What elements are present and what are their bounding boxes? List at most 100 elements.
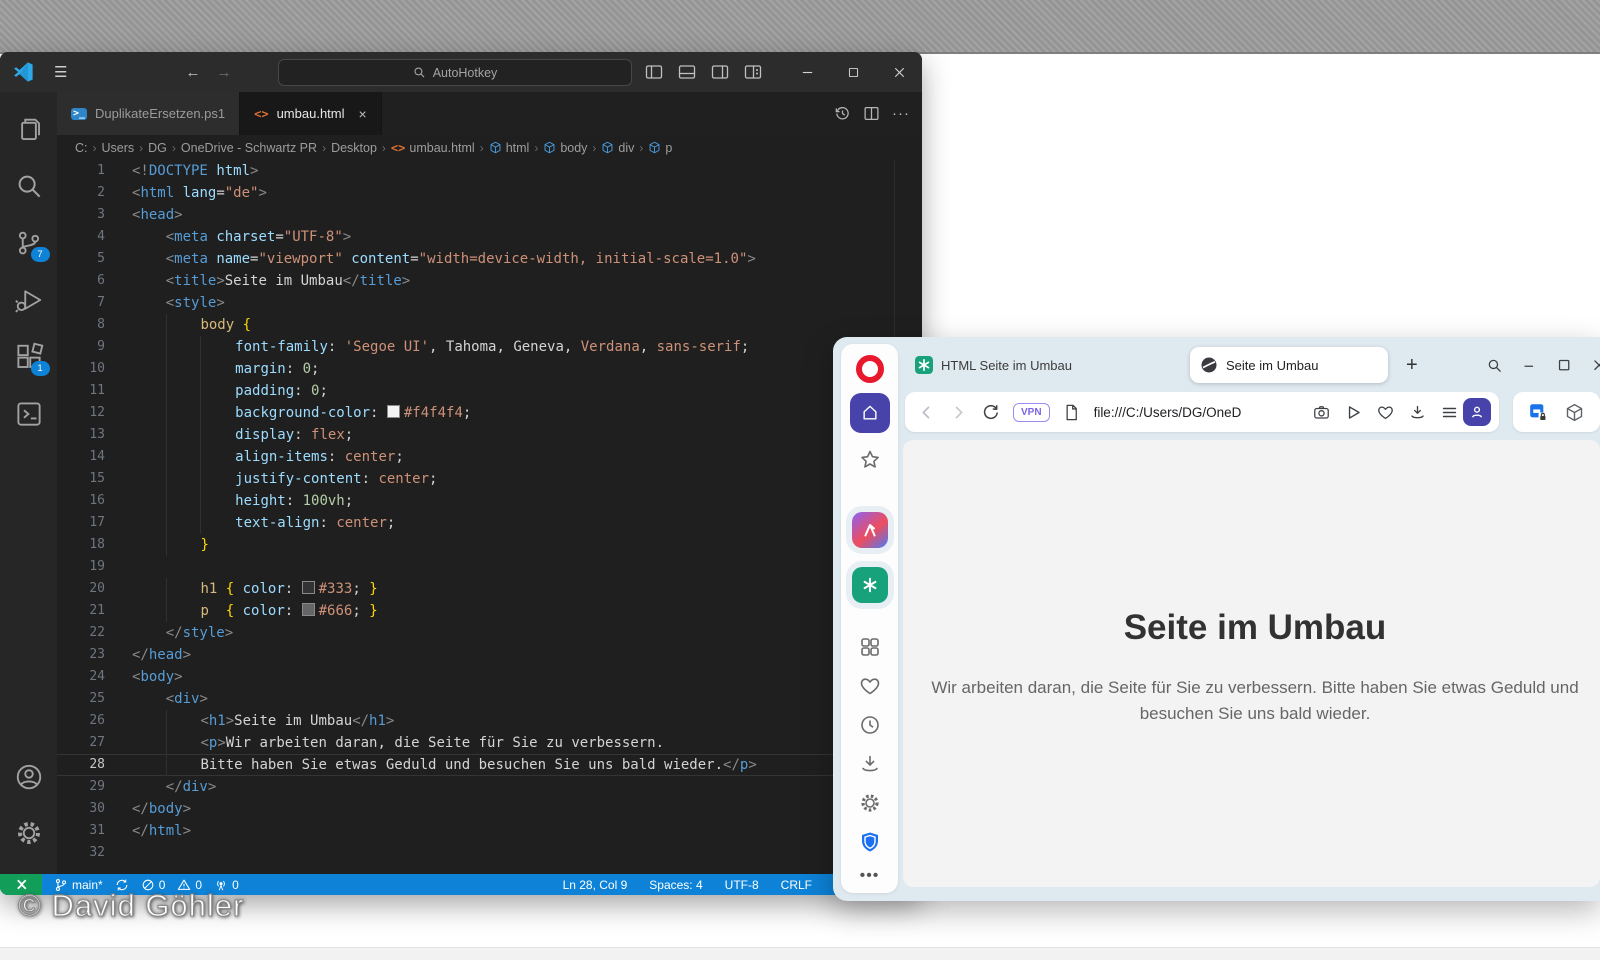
code-line[interactable]: 12 background-color: #f4f4f4; [57, 402, 922, 424]
code-line[interactable]: 15 justify-content: center; [57, 468, 922, 490]
status-right-item[interactable]: Ln 28, Col 9 [563, 878, 628, 892]
camera-icon[interactable] [1312, 403, 1331, 422]
search-magnifier-icon[interactable] [1486, 357, 1503, 374]
history-icon[interactable] [834, 105, 851, 122]
code-line[interactable]: 19 [57, 556, 922, 578]
code-line[interactable]: 18 } [57, 534, 922, 556]
shield-icon[interactable] [858, 830, 882, 854]
sidebar-more-icon[interactable]: ••• [860, 867, 880, 885]
opera-logo-icon[interactable] [856, 355, 884, 383]
breadcrumb-item[interactable]: <>umbau.html [391, 141, 475, 155]
document-icon[interactable] [1062, 403, 1081, 422]
address-bar[interactable]: VPN file:///C:/Users/DG/OneD [905, 392, 1499, 432]
breadcrumb-item[interactable]: Users [102, 141, 135, 155]
win-maximize-icon[interactable] [830, 52, 876, 92]
code-line[interactable]: 13 display: flex; [57, 424, 922, 446]
breadcrumb-item[interactable]: OneDrive - Schwartz PR [181, 141, 317, 155]
op-minimize-icon[interactable] [1521, 357, 1538, 374]
navigate-forward-icon[interactable]: → [216, 64, 231, 81]
chatgpt-icon[interactable] [852, 567, 888, 603]
menu-hamburger-icon[interactable]: ☰ [54, 63, 67, 81]
profile-button[interactable] [1463, 398, 1491, 426]
breadcrumb-item[interactable]: body [543, 141, 587, 155]
aria-icon[interactable] [852, 512, 888, 548]
code-line[interactable]: 2<html lang="de"> [57, 182, 922, 204]
op-maximize-icon[interactable] [1556, 357, 1573, 374]
code-line[interactable]: 25 <div> [57, 688, 922, 710]
breadcrumb-item[interactable]: Desktop [331, 141, 377, 155]
files-icon[interactable] [14, 114, 44, 144]
breadcrumb-item[interactable]: div [601, 141, 634, 155]
code-line[interactable]: 7 <style> [57, 292, 922, 314]
code-line[interactable]: 21 p { color: #666; } [57, 600, 922, 622]
code-line[interactable]: 16 height: 100vh; [57, 490, 922, 512]
star-icon[interactable] [858, 448, 882, 472]
extensions-icon[interactable]: 1 [14, 342, 44, 372]
code-line[interactable]: 8 body { [57, 314, 922, 336]
back-arrow-icon[interactable] [917, 403, 936, 422]
code-line[interactable]: 17 text-align: center; [57, 512, 922, 534]
status-right-item[interactable]: Spaces: 4 [649, 878, 702, 892]
debug-icon[interactable] [14, 285, 44, 315]
new-tab-button[interactable]: + [1406, 354, 1418, 377]
code-line[interactable]: 26 <h1>Seite im Umbau</h1> [57, 710, 922, 732]
editor-tab[interactable]: >_DuplikateErsetzen.ps1 [57, 92, 240, 135]
code-line[interactable]: 3<head> [57, 204, 922, 226]
win-minimize-icon[interactable] [784, 52, 830, 92]
heart-small-icon[interactable] [1376, 403, 1395, 422]
clock-icon[interactable] [858, 713, 882, 737]
status-right-item[interactable]: UTF-8 [725, 878, 759, 892]
editor-tab[interactable]: <>umbau.html× [240, 92, 382, 135]
vpn-badge[interactable]: VPN [1013, 403, 1050, 422]
breadcrumb-item[interactable]: DG [148, 141, 167, 155]
download-icon[interactable] [858, 752, 882, 776]
tab-close-icon[interactable]: × [359, 106, 367, 122]
code-line[interactable]: 23</head> [57, 644, 922, 666]
source-control-icon[interactable]: 7 [14, 228, 44, 258]
command-center-search[interactable]: AutoHotkey [278, 59, 632, 86]
code-line[interactable]: 14 align-items: center; [57, 446, 922, 468]
terminal-icon[interactable] [14, 399, 44, 429]
more-actions-icon[interactable]: ··· [892, 105, 910, 122]
code-line[interactable]: 27 <p>Wir arbeiten daran, die Seite für … [57, 732, 922, 754]
code-line[interactable]: 6 <title>Seite im Umbau</title> [57, 270, 922, 292]
code-line[interactable]: 24<body> [57, 666, 922, 688]
browser-tab[interactable]: HTML Seite im Umbau [905, 356, 1082, 374]
code-line[interactable]: 32 [57, 842, 922, 864]
breadcrumb-item[interactable]: html [489, 141, 530, 155]
lock-extension-icon[interactable] [1528, 402, 1549, 423]
send-icon[interactable] [1344, 403, 1363, 422]
reload-icon[interactable] [981, 403, 1000, 422]
breadcrumb-item[interactable]: p [648, 141, 672, 155]
code-line[interactable]: 11 padding: 0; [57, 380, 922, 402]
url-text[interactable]: file:///C:/Users/DG/OneD [1094, 405, 1304, 420]
code-line[interactable]: 10 margin: 0; [57, 358, 922, 380]
code-line[interactable]: 22 </style> [57, 622, 922, 644]
split-editor-icon[interactable] [863, 105, 880, 122]
account-icon[interactable] [14, 762, 44, 792]
cube-extension-icon[interactable] [1564, 402, 1585, 423]
navigate-back-icon[interactable]: ← [185, 64, 200, 81]
code-line[interactable]: 4 <meta charset="UTF-8"> [57, 226, 922, 248]
gear-icon[interactable] [858, 791, 882, 815]
breadcrumb[interactable]: C:›Users›DG›OneDrive - Schwartz PR›Deskt… [57, 135, 922, 160]
heart-icon[interactable] [858, 674, 882, 698]
layout-panel-icon[interactable] [678, 64, 696, 80]
tune-icon[interactable] [1440, 403, 1459, 422]
code-editor[interactable]: 1<!DOCTYPE html>2<html lang="de">3<head>… [57, 160, 922, 874]
code-line[interactable]: 31</html> [57, 820, 922, 842]
forward-arrow-icon[interactable] [949, 403, 968, 422]
code-line[interactable]: 9 font-family: 'Segoe UI', Tahoma, Genev… [57, 336, 922, 358]
op-close-icon[interactable] [1591, 357, 1600, 374]
breadcrumb-item[interactable]: C: [75, 141, 88, 155]
layout-custom-icon[interactable] [744, 64, 762, 80]
grid-icon[interactable] [858, 635, 882, 659]
code-line[interactable]: 20 h1 { color: #333; } [57, 578, 922, 600]
code-line[interactable]: 29 </div> [57, 776, 922, 798]
code-line[interactable]: 28 Bitte haben Sie etwas Geduld und besu… [57, 754, 922, 776]
search-icon[interactable] [14, 171, 44, 201]
layout-sidebar-right-icon[interactable] [711, 64, 729, 80]
browser-tab[interactable]: Seite im Umbau [1190, 347, 1388, 383]
home-icon[interactable] [850, 393, 890, 433]
download-small-icon[interactable] [1408, 403, 1427, 422]
